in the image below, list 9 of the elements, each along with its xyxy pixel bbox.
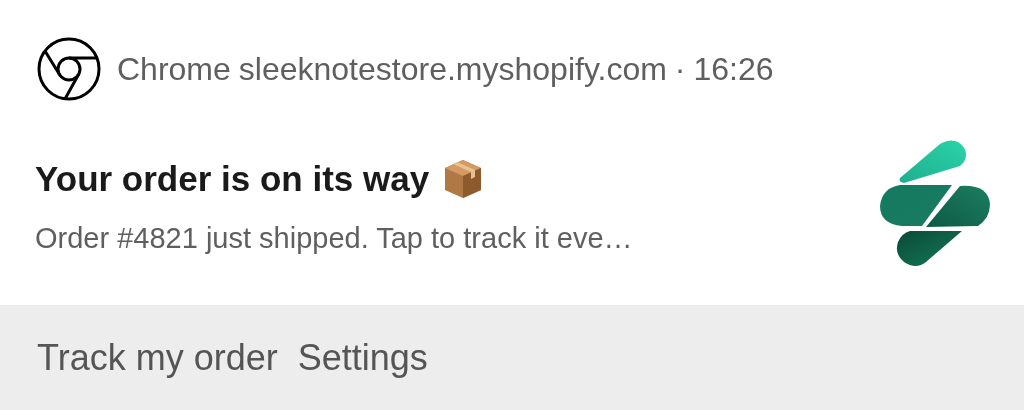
action-button[interactable]: Track my order	[37, 322, 278, 393]
notification-body: Order #4821 just shipped. Tap to track it eve…	[35, 221, 633, 256]
timestamp: 16:26	[693, 49, 774, 89]
action-button[interactable]: Settings	[297, 322, 428, 393]
notification-title: Your order is on its way	[35, 157, 430, 200]
chrome-icon	[37, 36, 101, 101]
site-url: sleeknotestore.myshopify.com	[238, 49, 667, 89]
separator: ·	[674, 49, 686, 89]
app-name: Chrome	[117, 49, 231, 89]
